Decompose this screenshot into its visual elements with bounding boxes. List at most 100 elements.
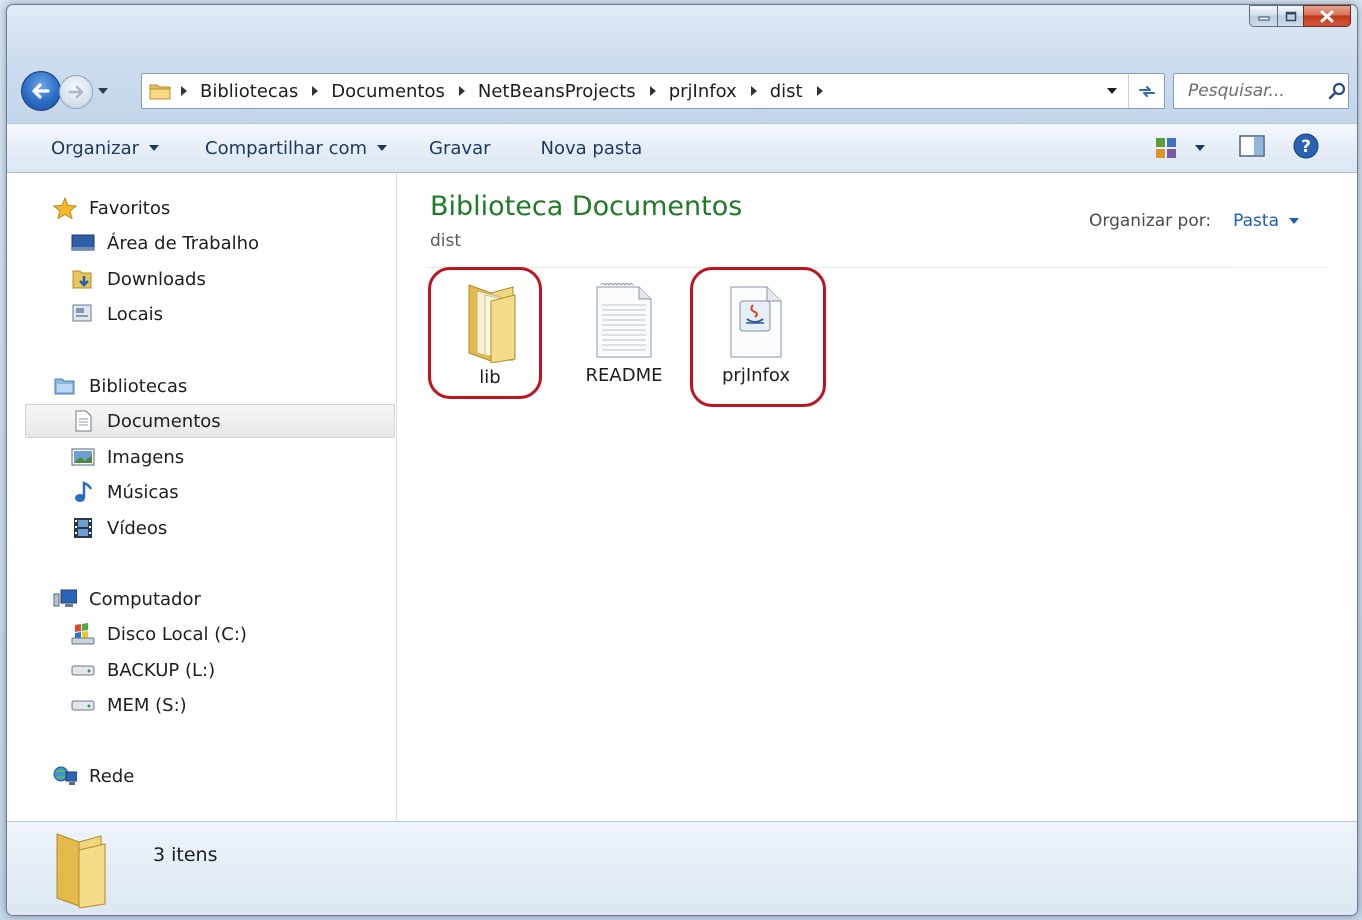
file-item-lib[interactable]: lib bbox=[434, 281, 546, 411]
share-label: Compartilhar com bbox=[205, 137, 368, 159]
maximize-button[interactable] bbox=[1277, 5, 1303, 27]
nav-item-local-disk-c[interactable]: Disco Local (C:) bbox=[71, 617, 247, 651]
refresh-button[interactable] bbox=[1128, 74, 1164, 108]
nav-label: MEM (S:) bbox=[107, 694, 187, 716]
network-icon bbox=[53, 765, 77, 787]
arrow-left-icon bbox=[32, 83, 50, 99]
nav-label: Downloads bbox=[107, 268, 206, 290]
file-item-readme[interactable]: README bbox=[568, 281, 680, 411]
file-name: prjInfox bbox=[722, 365, 790, 386]
folder-icon bbox=[149, 84, 171, 100]
navigation-pane: Favoritos Área de Trabalho Downloads Loc… bbox=[7, 173, 397, 821]
file-name: lib bbox=[479, 367, 501, 388]
breadcrumb-separator[interactable] bbox=[312, 86, 319, 96]
burn-button[interactable]: Gravar bbox=[423, 124, 496, 172]
breadcrumb-item[interactable]: NetBeansProjects bbox=[478, 81, 636, 102]
preview-pane-button[interactable] bbox=[1239, 135, 1265, 161]
folder-icon bbox=[468, 284, 516, 363]
nav-network[interactable]: Rede bbox=[53, 759, 134, 793]
java-jar-icon bbox=[730, 286, 782, 358]
burn-label: Gravar bbox=[429, 137, 491, 159]
breadcrumb-item[interactable]: dist bbox=[770, 81, 803, 102]
desktop-icon bbox=[71, 232, 95, 254]
breadcrumb-item[interactable]: Bibliotecas bbox=[200, 81, 298, 102]
libraries-icon bbox=[53, 375, 77, 397]
breadcrumb-separator[interactable] bbox=[816, 86, 823, 96]
explorer-window: Bibliotecas Documentos NetBeansProjects … bbox=[6, 4, 1358, 916]
address-bar[interactable]: Bibliotecas Documentos NetBeansProjects … bbox=[141, 73, 1165, 109]
nav-item-mem-s[interactable]: MEM (S:) bbox=[71, 688, 187, 722]
chevron-down-icon bbox=[1195, 145, 1205, 151]
arrange-by-dropdown[interactable]: Pasta bbox=[1233, 211, 1279, 231]
search-box bbox=[1173, 73, 1349, 109]
chevron-down-icon bbox=[98, 88, 108, 94]
folder-icon bbox=[56, 833, 106, 908]
text-file-icon bbox=[596, 283, 652, 358]
computer-icon bbox=[53, 588, 77, 610]
hard-drive-icon bbox=[71, 659, 95, 681]
file-name: README bbox=[585, 365, 663, 386]
nav-item-backup-l[interactable]: BACKUP (L:) bbox=[71, 653, 215, 687]
nav-libraries[interactable]: Bibliotecas bbox=[53, 369, 187, 403]
nav-label: Locais bbox=[107, 303, 164, 325]
nav-label: Rede bbox=[89, 765, 135, 787]
breadcrumb-separator[interactable] bbox=[181, 86, 187, 96]
nav-label: Favoritos bbox=[89, 197, 171, 219]
svg-text:?: ? bbox=[1301, 137, 1311, 157]
close-button[interactable] bbox=[1303, 5, 1351, 27]
help-button[interactable]: ? bbox=[1293, 133, 1319, 163]
documents-icon bbox=[71, 410, 95, 432]
toolbar-right: ? bbox=[1155, 124, 1357, 172]
nav-computer[interactable]: Computador bbox=[53, 582, 201, 616]
arrange-by: Organizar por: Pasta bbox=[1089, 211, 1299, 231]
file-item-prjinfox[interactable]: prjInfox bbox=[700, 281, 812, 411]
nav-label: Disco Local (C:) bbox=[107, 623, 247, 645]
nav-label: Computador bbox=[89, 588, 201, 610]
help-icon: ? bbox=[1293, 133, 1319, 159]
breadcrumb-separator[interactable] bbox=[458, 86, 465, 96]
caption-buttons bbox=[1249, 5, 1351, 35]
breadcrumb: Bibliotecas Documentos NetBeansProjects … bbox=[181, 81, 836, 102]
nav-label: BACKUP (L:) bbox=[107, 659, 216, 681]
search-icon[interactable] bbox=[1328, 82, 1346, 100]
breadcrumb-separator[interactable] bbox=[649, 86, 656, 96]
minimize-button[interactable] bbox=[1249, 5, 1277, 27]
nav-item-music[interactable]: Músicas bbox=[71, 475, 179, 509]
organize-label: Organizar bbox=[51, 137, 139, 159]
nav-label: Área de Trabalho bbox=[107, 232, 260, 254]
nav-label: Bibliotecas bbox=[89, 375, 188, 397]
minimize-icon bbox=[1258, 16, 1269, 21]
nav-favorites[interactable]: Favoritos bbox=[53, 191, 170, 225]
forward-button[interactable] bbox=[59, 75, 93, 109]
organize-button[interactable]: Organizar bbox=[45, 124, 165, 172]
command-bar: Organizar Compartilhar com Gravar Nova p… bbox=[7, 123, 1357, 173]
nav-item-videos[interactable]: Vídeos bbox=[71, 511, 167, 545]
new-folder-label: Nova pasta bbox=[540, 137, 643, 159]
nav-item-recent-places[interactable]: Locais bbox=[71, 297, 163, 331]
chevron-down-icon bbox=[1107, 88, 1117, 94]
view-options-button[interactable] bbox=[1155, 137, 1205, 159]
recent-pages-dropdown[interactable] bbox=[96, 82, 110, 100]
back-button[interactable] bbox=[21, 71, 61, 111]
nav-item-downloads[interactable]: Downloads bbox=[71, 262, 206, 296]
chevron-down-icon bbox=[377, 145, 388, 151]
music-note-icon bbox=[71, 481, 95, 503]
breadcrumb-separator[interactable] bbox=[750, 86, 757, 96]
new-folder-button[interactable]: Nova pasta bbox=[535, 124, 649, 172]
nav-item-documents[interactable]: Documentos bbox=[25, 404, 395, 438]
address-history-dropdown[interactable] bbox=[1104, 82, 1120, 100]
chevron-down-icon[interactable] bbox=[1289, 218, 1299, 224]
breadcrumb-item[interactable]: prjInfox bbox=[669, 81, 737, 102]
nav-item-desktop[interactable]: Área de Trabalho bbox=[71, 226, 259, 260]
breadcrumb-item[interactable]: Documentos bbox=[331, 81, 445, 102]
star-icon bbox=[53, 197, 77, 219]
refresh-icon bbox=[1138, 86, 1155, 97]
nav-label: Documentos bbox=[107, 410, 221, 432]
chevron-down-icon bbox=[149, 145, 159, 151]
nav-item-pictures[interactable]: Imagens bbox=[71, 440, 184, 474]
search-input[interactable] bbox=[1186, 80, 1320, 102]
content-area: Favoritos Área de Trabalho Downloads Loc… bbox=[7, 173, 1357, 821]
library-subtitle: dist bbox=[430, 231, 462, 251]
share-button[interactable]: Compartilhar com bbox=[199, 124, 393, 172]
recent-places-icon bbox=[71, 303, 95, 325]
